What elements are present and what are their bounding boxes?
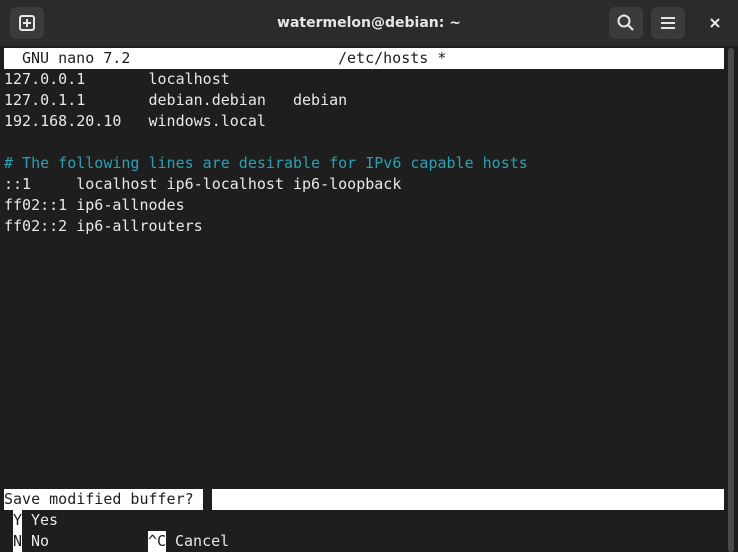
option-no-label[interactable]: No	[31, 531, 49, 552]
nano-filename: /etc/hosts *	[338, 49, 447, 67]
nano-header-bar: GNU nano 7.2 /etc/hosts *	[4, 48, 724, 69]
buffer-line: 127.0.1.1 debian.debian debian	[4, 91, 348, 109]
save-prompt-question: Save modified buffer?	[4, 490, 194, 508]
option-cancel-key[interactable]: ^C	[148, 531, 166, 552]
option-yes-key[interactable]: Y	[13, 510, 22, 531]
buffer-comment-line: # The following lines are desirable for …	[4, 154, 528, 172]
search-button[interactable]	[609, 7, 643, 39]
option-yes-label[interactable]: Yes	[31, 510, 58, 531]
title-bar: watermelon@debian: ~	[0, 0, 738, 46]
scrollbar-thumb[interactable]	[728, 48, 734, 552]
option-no-key[interactable]: N	[13, 531, 22, 552]
terminal-scrollbar[interactable]	[728, 48, 734, 552]
buffer-line: 192.168.20.10 windows.local	[4, 112, 266, 130]
prompt-cursor-gap	[203, 489, 212, 510]
nano-version: GNU nano 7.2	[22, 49, 131, 67]
option-cancel-label[interactable]: Cancel	[175, 531, 229, 552]
terminal-content[interactable]: GNU nano 7.2 /etc/hosts * 127.0.0.1 loca…	[4, 48, 724, 552]
buffer-line: ::1 localhost ip6-localhost ip6-loopback	[4, 175, 402, 193]
save-prompt-bar[interactable]: Save modified buffer?	[4, 489, 724, 510]
close-button[interactable]	[698, 7, 732, 39]
search-icon	[617, 14, 634, 31]
menu-button[interactable]	[651, 7, 685, 39]
terminal-window: watermelon@debian: ~ GNU nano 7.2 /etc/h…	[0, 0, 738, 552]
buffer-line: 127.0.0.1 localhost	[4, 70, 230, 88]
buffer-line: ff02::2 ip6-allrouters	[4, 217, 203, 235]
close-icon	[710, 18, 720, 28]
hamburger-menu-icon	[661, 17, 675, 29]
buffer-line: ff02::1 ip6-allnodes	[4, 196, 185, 214]
